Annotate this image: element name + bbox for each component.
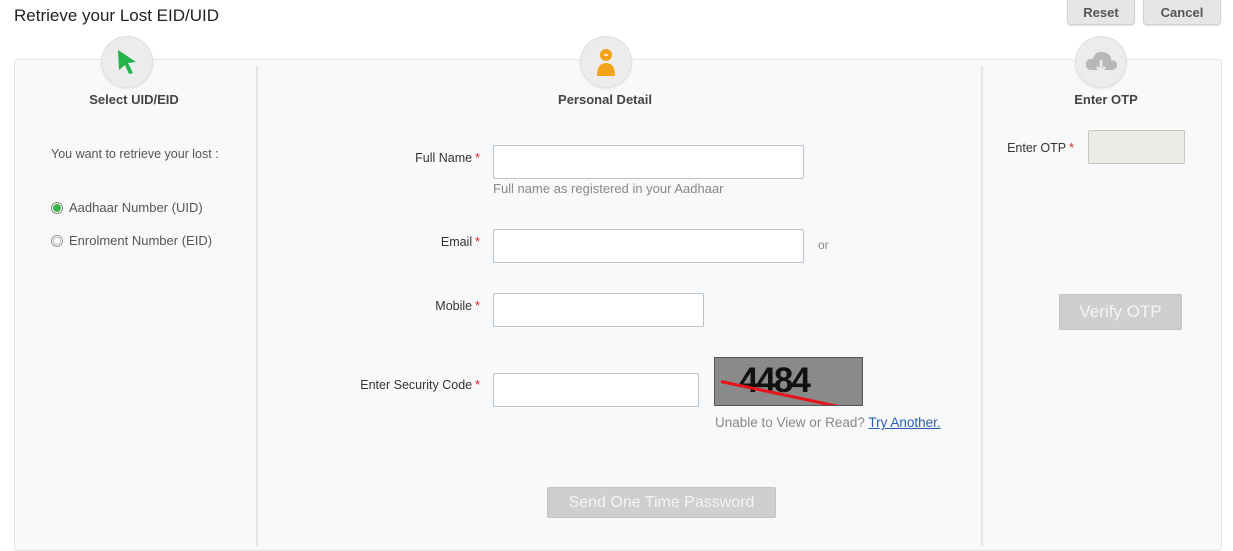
retrieve-question: You want to retrieve your lost : bbox=[51, 147, 219, 161]
column-divider-1 bbox=[256, 66, 258, 546]
mobile-input[interactable] bbox=[493, 293, 704, 327]
or-separator: or bbox=[818, 238, 829, 252]
cancel-button[interactable]: Cancel bbox=[1143, 0, 1221, 25]
step-title-personal: Personal Detail bbox=[558, 92, 652, 107]
email-label: Email * bbox=[440, 235, 480, 249]
captcha-help: Unable to View or Read? Try Another. bbox=[715, 415, 941, 430]
otp-label: Enter OTP * bbox=[1007, 141, 1074, 155]
step-select-circle bbox=[101, 36, 153, 88]
step-personal-circle bbox=[580, 36, 632, 88]
reset-button[interactable]: Reset bbox=[1067, 0, 1135, 25]
column-divider-2 bbox=[981, 66, 983, 546]
option-eid-label: Enrolment Number (EID) bbox=[69, 233, 213, 248]
mobile-label: Mobile * bbox=[435, 299, 480, 313]
option-eid[interactable]: Enrolment Number (EID) bbox=[51, 233, 212, 248]
full-name-label: Full Name * bbox=[415, 151, 480, 165]
cursor-arrow-icon bbox=[118, 50, 136, 74]
send-otp-button[interactable]: Send One Time Password bbox=[547, 487, 776, 518]
full-name-input[interactable] bbox=[493, 145, 804, 179]
page-title: Retrieve your Lost EID/UID bbox=[14, 6, 220, 25]
option-uid[interactable]: Aadhaar Number (UID) bbox=[51, 200, 203, 215]
verify-otp-button[interactable]: Verify OTP bbox=[1059, 294, 1182, 330]
email-input[interactable] bbox=[493, 229, 804, 263]
person-icon bbox=[597, 49, 615, 76]
otp-input[interactable] bbox=[1088, 130, 1185, 164]
step-otp-circle bbox=[1075, 36, 1127, 88]
security-code-input[interactable] bbox=[493, 373, 699, 407]
radio-unselected-icon[interactable] bbox=[51, 234, 63, 247]
radio-selected-icon[interactable] bbox=[51, 201, 63, 214]
full-name-hint: Full name as registered in your Aadhaar bbox=[493, 181, 724, 196]
try-another-link[interactable]: Try Another. bbox=[868, 415, 940, 430]
cloud-download-icon bbox=[1085, 51, 1117, 75]
step-title-select: Select UID/EID bbox=[89, 92, 179, 107]
step-title-otp: Enter OTP bbox=[1074, 92, 1138, 107]
captcha-image: 4484 bbox=[714, 357, 863, 406]
security-code-label: Enter Security Code * bbox=[360, 378, 480, 392]
captcha-help-text: Unable to View or Read? bbox=[715, 415, 865, 430]
option-uid-label: Aadhaar Number (UID) bbox=[69, 200, 203, 215]
captcha-text: 4484 bbox=[739, 361, 811, 400]
